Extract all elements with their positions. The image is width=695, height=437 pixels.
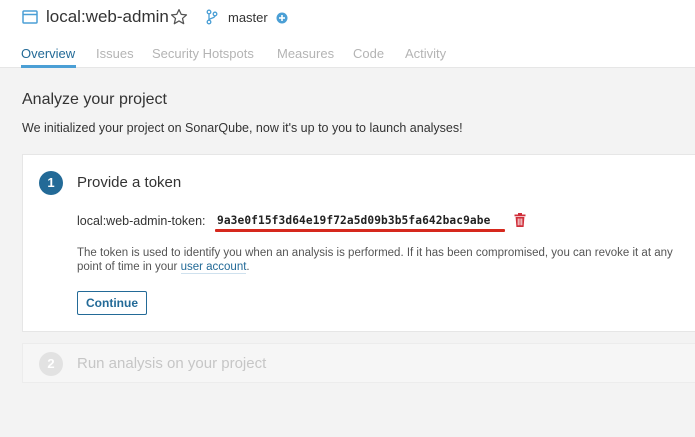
- step-run-analysis: 2 Run analysis on your project: [22, 343, 695, 383]
- user-account-link[interactable]: user account: [180, 261, 247, 274]
- token-name-label: local:web-admin-token:: [77, 214, 206, 228]
- tab-issues[interactable]: Issues: [96, 46, 134, 61]
- page-title: Analyze your project: [22, 91, 167, 108]
- project-header: local:web-admin master Overview Issues S…: [0, 0, 695, 68]
- step-title-disabled: Run analysis on your project: [77, 355, 267, 372]
- branch-name[interactable]: master: [228, 10, 268, 25]
- trash-icon[interactable]: [514, 213, 526, 227]
- tab-security-hotspots[interactable]: Security Hotspots: [152, 46, 254, 61]
- token-value[interactable]: 9a3e0f15f3d64e19f72a5d09b3b5fa642bac9abe: [217, 214, 490, 227]
- star-icon[interactable]: [170, 8, 188, 26]
- plus-circle-icon[interactable]: [276, 12, 288, 24]
- step-number-badge: 1: [39, 171, 63, 195]
- tab-activity[interactable]: Activity: [405, 46, 446, 61]
- token-help-end: .: [246, 261, 250, 273]
- tab-code[interactable]: Code: [353, 46, 384, 61]
- step-provide-token: 1 Provide a token local:web-admin-token:…: [22, 154, 695, 332]
- tab-measures[interactable]: Measures: [277, 46, 334, 61]
- continue-button[interactable]: Continue: [77, 291, 147, 315]
- step-title: Provide a token: [77, 174, 182, 191]
- tab-overview[interactable]: Overview: [21, 46, 75, 61]
- token-help-text: The token is used to identify you when a…: [77, 246, 695, 274]
- token-highlight-underline: [215, 229, 505, 232]
- branch-icon: [206, 9, 218, 25]
- main-content: Analyze your project We initialized your…: [0, 68, 695, 437]
- token-help-body: The token is used to identify you when a…: [77, 247, 673, 273]
- step-number-badge-disabled: 2: [39, 352, 63, 376]
- project-icon: [22, 10, 38, 24]
- project-title: local:web-admin: [46, 7, 169, 26]
- page-subtitle: We initialized your project on SonarQube…: [22, 121, 463, 135]
